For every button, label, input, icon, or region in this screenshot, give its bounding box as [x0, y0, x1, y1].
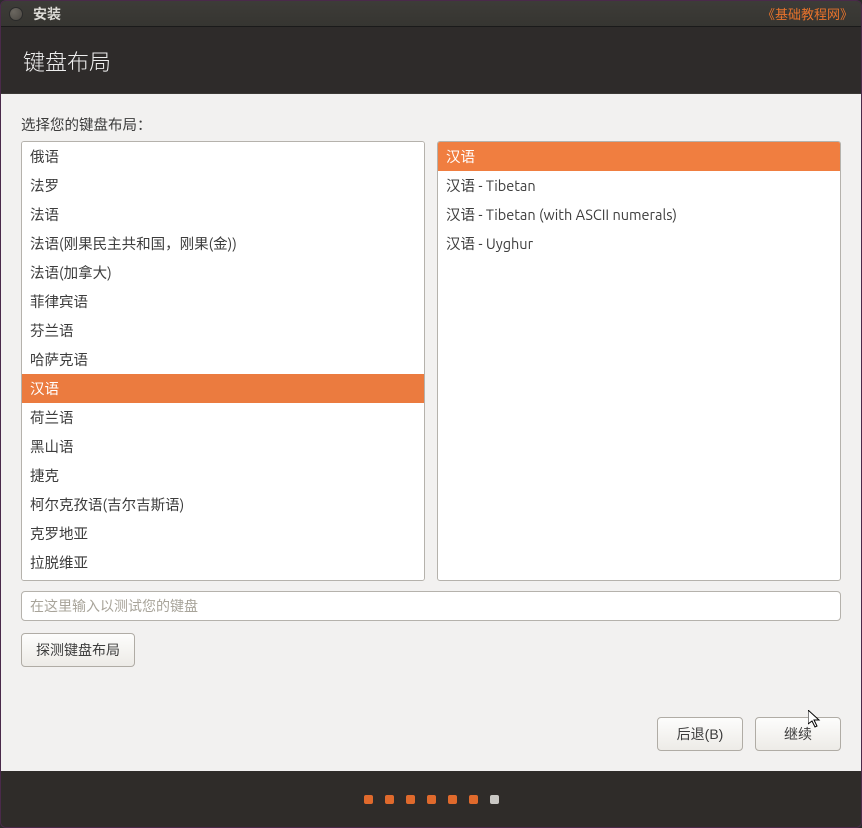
- layout-item[interactable]: 克罗地亚: [22, 519, 424, 548]
- titlebar: 安装 《基础教程网》: [1, 1, 861, 27]
- layouts-listbox[interactable]: 俄语法罗法语法语(刚果民主共和国，刚果(金))法语(加拿大)菲律宾语芬兰语哈萨克…: [21, 141, 425, 581]
- keyboard-test-input[interactable]: [21, 591, 841, 621]
- layout-item[interactable]: 俄语: [22, 142, 424, 171]
- layout-item[interactable]: 荷兰语: [22, 403, 424, 432]
- layout-item[interactable]: 法语(加拿大): [22, 258, 424, 287]
- layout-item[interactable]: 老挝语(寮语): [22, 577, 424, 581]
- progress-dot: [448, 795, 457, 804]
- layout-item[interactable]: 捷克: [22, 461, 424, 490]
- layout-item[interactable]: 哈萨克语: [22, 345, 424, 374]
- detect-layout-button[interactable]: 探测键盘布局: [21, 633, 135, 667]
- layout-item[interactable]: 菲律宾语: [22, 287, 424, 316]
- installer-window: 安装 《基础教程网》 键盘布局 选择您的键盘布局： 俄语法罗法语法语(刚果民主共…: [0, 0, 862, 828]
- variant-item[interactable]: 汉语 - Tibetan (with ASCII numerals): [438, 200, 840, 229]
- variants-listbox[interactable]: 汉语汉语 - Tibetan汉语 - Tibetan (with ASCII n…: [437, 141, 841, 581]
- layout-item[interactable]: 法语: [22, 200, 424, 229]
- layout-item[interactable]: 法语(刚果民主共和国，刚果(金)): [22, 229, 424, 258]
- layout-item[interactable]: 芬兰语: [22, 316, 424, 345]
- progress-dot: [490, 795, 499, 804]
- content-area: 选择您的键盘布局： 俄语法罗法语法语(刚果民主共和国，刚果(金))法语(加拿大)…: [1, 94, 861, 771]
- progress-dot: [364, 795, 373, 804]
- progress-dots: [1, 771, 861, 827]
- window-title: 安装: [33, 4, 61, 24]
- nav-buttons: 后退(B) 继续: [21, 687, 841, 751]
- variant-item[interactable]: 汉语 - Uyghur: [438, 229, 840, 258]
- progress-dot: [385, 795, 394, 804]
- layout-item[interactable]: 柯尔克孜语(吉尔吉斯语): [22, 490, 424, 519]
- back-button[interactable]: 后退(B): [657, 717, 743, 751]
- close-icon[interactable]: [9, 7, 23, 21]
- layout-lists: 俄语法罗法语法语(刚果民主共和国，刚果(金))法语(加拿大)菲律宾语芬兰语哈萨克…: [21, 141, 841, 581]
- watermark-text: 《基础教程网》: [762, 4, 853, 23]
- progress-dot: [406, 795, 415, 804]
- layout-item[interactable]: 拉脱维亚: [22, 548, 424, 577]
- progress-dot: [469, 795, 478, 804]
- layout-item[interactable]: 黑山语: [22, 432, 424, 461]
- layout-item[interactable]: 法罗: [22, 171, 424, 200]
- variant-item[interactable]: 汉语: [438, 142, 840, 171]
- progress-dot: [427, 795, 436, 804]
- variant-item[interactable]: 汉语 - Tibetan: [438, 171, 840, 200]
- prompt-label: 选择您的键盘布局：: [21, 114, 841, 135]
- page-title: 键盘布局: [1, 27, 861, 83]
- detect-row: 探测键盘布局: [21, 633, 841, 667]
- layout-item[interactable]: 汉语: [22, 374, 424, 403]
- continue-button[interactable]: 继续: [755, 717, 841, 751]
